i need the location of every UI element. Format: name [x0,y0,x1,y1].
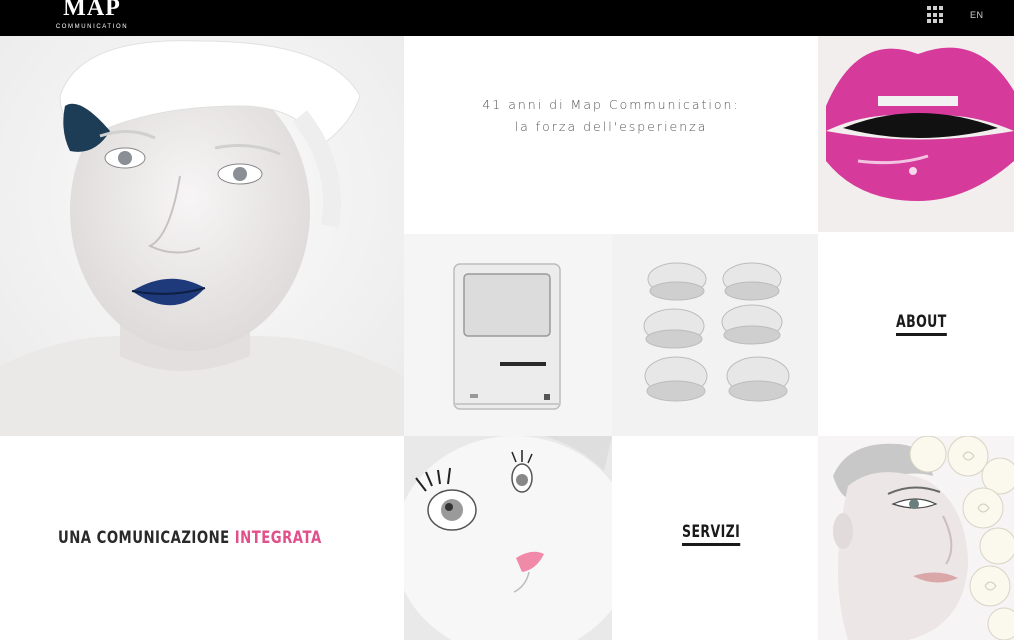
servizi-panel: SERVIZI [612,436,818,640]
intro-line-2: la forza dell'esperienza [514,119,708,134]
logo[interactable]: MAP COMMUNICATION [46,0,138,31]
logo-sub-text: COMMUNICATION [55,24,129,30]
magenta-lips-image [818,36,1014,232]
integrata-headline[interactable]: UNA COMUNICAZIONE INTEGRATA [58,528,322,548]
intro-text: 41 anni di Map Communication: la forza d… [404,94,818,138]
vintage-computer-image [404,234,612,436]
integrata-panel: UNA COMUNICAZIONE INTEGRATA [0,436,404,640]
top-bar: MAP COMMUNICATION EN [0,0,1014,36]
intro-line-1: 41 anni di Map Communication: [482,97,740,112]
integrata-prefix: UNA COMUNICAZIONE [58,528,230,548]
portrait-blue-lips-image [0,36,404,436]
servizi-link[interactable]: SERVIZI [682,522,741,546]
macarons-image [612,234,818,436]
integrata-accent: INTEGRATA [234,528,322,548]
intro-panel: 41 anni di Map Communication: la forza d… [404,36,818,234]
about-link[interactable]: ABOUT [896,312,947,336]
language-switch[interactable]: EN [970,10,984,20]
grid-menu-icon[interactable] [927,6,945,24]
about-panel: ABOUT [818,232,1014,436]
white-cat-image [404,436,612,640]
portrait-roses-image [818,436,1014,640]
logo-main-text: MAP [63,0,121,21]
